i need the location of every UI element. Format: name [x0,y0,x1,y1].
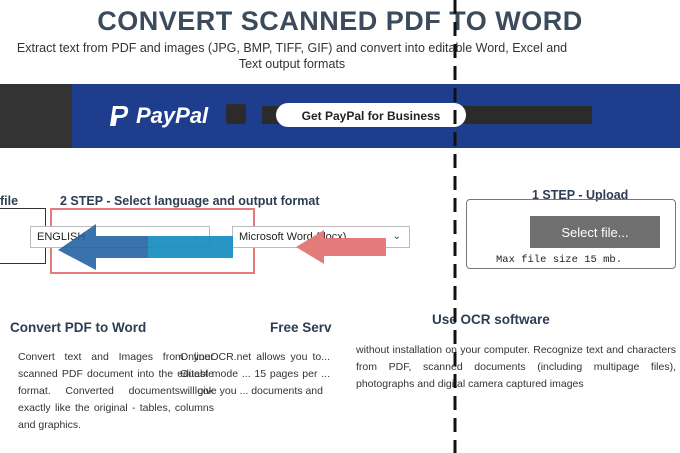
dashed-divider [453,0,457,453]
page-subtitle: Extract text from PDF and images (JPG, B… [16,41,568,71]
free-service-description: OnlineOCR.net allows you to... Guest mod… [180,351,330,397]
free-service-heading: Free Serv [270,320,332,335]
get-paypal-button[interactable]: Get PayPal for Business [276,103,466,127]
paypal-logo-text: PayPal [136,103,209,128]
select-file-button[interactable]: Select file... [530,216,660,248]
step2-label: 2 STEP - Select language and output form… [60,194,320,208]
step-file-label: file [0,194,19,208]
blue-arrow-icon [58,224,233,270]
convert-heading: Convert PDF to Word [10,320,147,335]
ocr-heading: Use OCR software [432,312,550,327]
max-file-size: Max file size 15 mb. [496,254,623,266]
paypal-logo-icon [110,106,129,126]
ocr-description: without installation on your computer. R… [356,344,676,390]
red-arrow-icon [296,230,386,264]
banner-dark-panel [0,84,72,148]
chevron-down-icon: ⌄ [392,231,401,242]
paypal-badge [226,104,246,124]
page-title: CONVERT SCANNED PDF TO WORD [97,6,583,36]
